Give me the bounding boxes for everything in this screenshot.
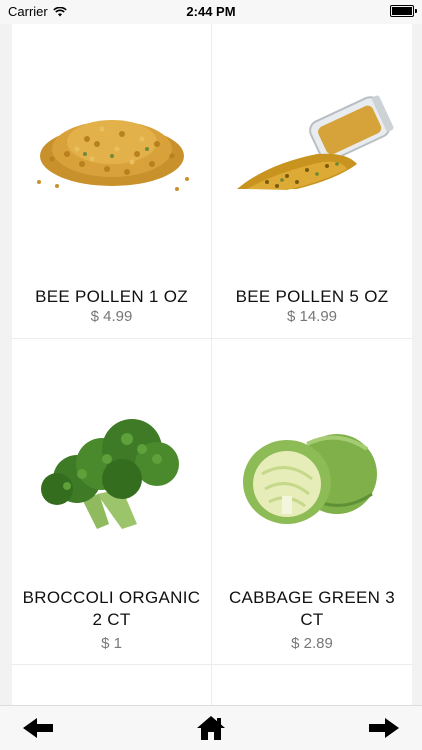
broccoli-image — [12, 389, 211, 559]
battery-indicator — [390, 5, 417, 17]
bottom-nav-bar — [0, 705, 422, 750]
product-price: $ 4.99 — [90, 308, 133, 325]
home-button[interactable] — [193, 714, 229, 742]
product-name: BROCCOLI ORGANIC 2 CT — [22, 588, 201, 629]
bee-pollen-jar-image — [212, 64, 412, 234]
product-name: BEE POLLEN 5 OZ — [235, 287, 389, 306]
battery-icon — [390, 5, 417, 17]
arrow-right-icon — [369, 718, 399, 738]
product-price: $ 1 — [101, 635, 122, 652]
arrow-left-icon — [23, 718, 53, 738]
product-name: CABBAGE GREEN 3 CT — [228, 588, 396, 629]
product-card[interactable]: BROCCOLI ORGANIC 2 CT $ 1 — [12, 339, 212, 665]
status-bar: Carrier 2:44 PM — [0, 0, 422, 24]
product-card[interactable]: BEE POLLEN 5 OZ $ 14.99 — [212, 24, 412, 339]
bee-pollen-pile-image — [12, 64, 211, 234]
product-card[interactable]: CABBAGE GREEN 3 CT $ 2.89 — [212, 339, 412, 665]
cabbage-image — [212, 389, 412, 559]
product-card[interactable] — [12, 665, 212, 705]
back-button[interactable] — [20, 714, 56, 742]
product-grid: BEE POLLEN 1 OZ $ 4.99 BEE POLLEN 5 OZ $… — [12, 24, 412, 705]
product-card[interactable] — [212, 665, 412, 705]
product-name: BEE POLLEN 1 OZ — [35, 287, 188, 306]
status-time: 2:44 PM — [186, 4, 236, 19]
forward-button[interactable] — [366, 714, 402, 742]
product-card[interactable]: BEE POLLEN 1 OZ $ 4.99 — [12, 24, 212, 339]
product-price: $ 14.99 — [286, 308, 338, 325]
home-icon — [197, 716, 225, 740]
product-price: $ 2.89 — [291, 635, 333, 652]
